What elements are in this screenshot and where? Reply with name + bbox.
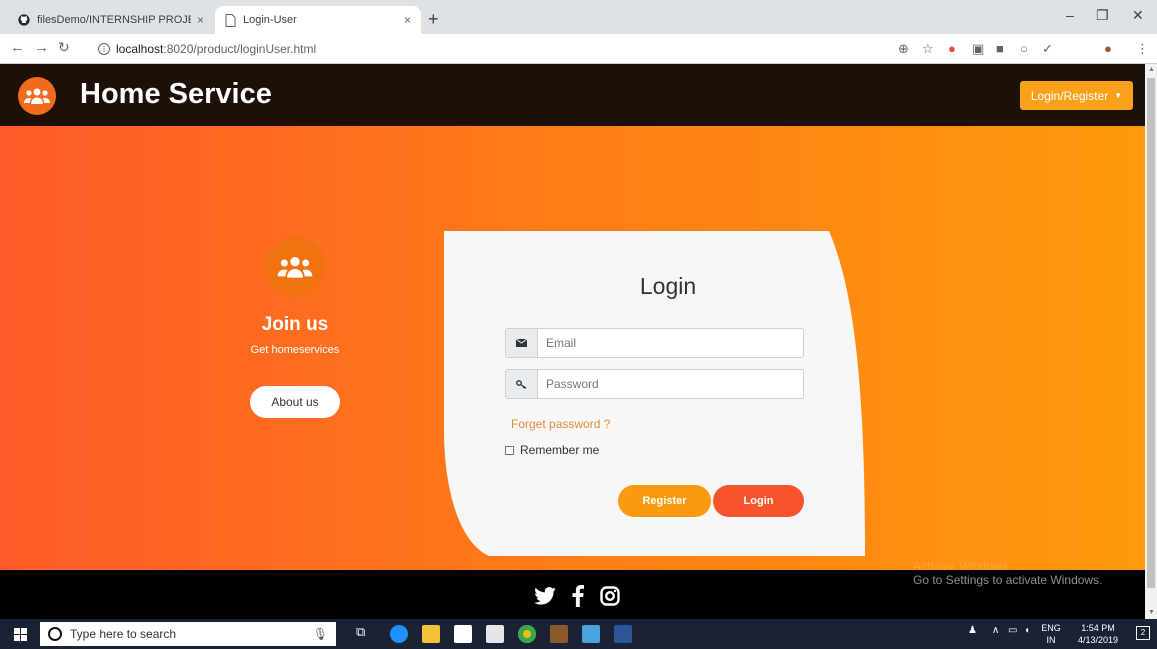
profile-avatar-icon[interactable]: ● <box>1104 41 1112 56</box>
login-title: Login <box>639 273 697 299</box>
extension-icon[interactable]: ■ <box>996 41 1004 56</box>
new-tab-button[interactable]: + <box>428 9 439 30</box>
browser-tab-strip: filesDemo/INTERNSHIP PROJECT × Login-Use… <box>0 0 1157 34</box>
users-icon <box>24 88 50 104</box>
volume-icon[interactable]: ◖ <box>1024 625 1030 636</box>
facebook-icon[interactable] <box>572 585 584 607</box>
notification-center-icon[interactable]: 2 <box>1136 626 1150 640</box>
hero-section: Join us Get homeservices About us Login <box>0 126 1145 570</box>
microphone-icon[interactable]: 🎙 <box>313 627 328 641</box>
bookmark-star-icon[interactable]: ☆ <box>922 41 934 57</box>
people-icon[interactable]: ♟ <box>968 625 977 636</box>
maximize-button[interactable]: ❐ <box>1096 7 1109 24</box>
mail-icon[interactable] <box>486 625 504 643</box>
caret-down-icon: ▼ <box>1114 91 1123 100</box>
tab-close-icon[interactable]: × <box>197 13 204 27</box>
scroll-down-icon[interactable]: ▼ <box>1148 609 1155 616</box>
address-bar-row: ← → ↻ i localhost:8020/product/loginUser… <box>0 34 1157 64</box>
reload-icon[interactable]: ↻ <box>58 39 70 56</box>
minimize-button[interactable]: – <box>1066 7 1074 23</box>
extension-check-icon[interactable]: ✓ <box>1042 41 1053 57</box>
join-panel: Join us Get homeservices About us <box>180 236 410 418</box>
system-clock[interactable]: 1:54 PM 4/13/2019 <box>1070 622 1126 646</box>
search-placeholder: Type here to search <box>70 627 177 641</box>
task-view-icon[interactable]: ⧉ <box>356 624 365 640</box>
social-links <box>534 585 620 607</box>
remember-me[interactable]: Remember me <box>505 443 599 457</box>
taskbar-search[interactable]: Type here to search 🎙 <box>40 622 336 646</box>
email-field-group <box>505 328 804 358</box>
activate-windows-title: Activate Windows <box>913 559 1008 573</box>
register-button[interactable]: Register <box>618 485 711 517</box>
info-icon[interactable]: i <box>98 43 110 55</box>
site-navbar: Home Service Login/Register ▼ <box>0 64 1145 126</box>
login-card: Login Forget password ? Remember me Regi… <box>444 231 865 556</box>
clock-time: 1:54 PM <box>1081 623 1115 633</box>
forward-arrow-icon[interactable]: → <box>34 39 49 56</box>
edge-icon[interactable] <box>390 625 408 643</box>
envelope-icon <box>506 329 538 357</box>
url-path: :8020/product/loginUser.html <box>163 42 317 56</box>
page-scrollbar[interactable]: ▲ ▼ <box>1145 64 1157 619</box>
chrome-icon[interactable] <box>518 625 536 643</box>
extension-icon[interactable]: ▣ <box>972 41 984 57</box>
extension-icon[interactable]: ○ <box>1020 41 1028 56</box>
tab-title: Login-User <box>243 14 297 26</box>
extension-icon[interactable]: ● <box>948 41 956 56</box>
tab-login-user[interactable]: Login-User × <box>215 6 421 34</box>
site-footer: Activate Windows Go to Settings to activ… <box>0 559 1145 619</box>
activate-windows-message: Go to Settings to activate Windows. <box>913 573 1103 587</box>
about-us-button[interactable]: About us <box>250 386 340 418</box>
password-field-group <box>505 369 804 399</box>
brand-title[interactable]: Home Service <box>80 78 272 111</box>
join-users-badge <box>264 236 326 298</box>
zoom-icon[interactable]: ⊕ <box>898 41 909 57</box>
brand-logo[interactable] <box>18 77 56 115</box>
url-input[interactable]: i localhost:8020/product/loginUser.html <box>98 38 878 60</box>
web-page: Home Service Login/Register ▼ Join us Ge… <box>0 64 1145 619</box>
key-icon <box>506 370 538 398</box>
photos-icon[interactable] <box>582 625 600 643</box>
tab-title: filesDemo/INTERNSHIP PROJECT <box>37 14 191 26</box>
store-icon[interactable] <box>454 625 472 643</box>
lang-code: ENG <box>1041 623 1061 633</box>
forget-password-link[interactable]: Forget password ? <box>511 417 610 431</box>
dropdown-label: Login/Register <box>1030 88 1109 103</box>
scrollbar-thumb[interactable] <box>1147 78 1155 588</box>
scroll-up-icon[interactable]: ▲ <box>1148 66 1155 73</box>
battery-icon[interactable]: ▭ <box>1008 625 1017 636</box>
email-input[interactable] <box>538 329 803 357</box>
language-indicator[interactable]: ENG IN <box>1040 622 1062 646</box>
file-explorer-icon[interactable] <box>422 625 440 643</box>
tab-close-icon[interactable]: × <box>404 13 411 27</box>
join-subtitle: Get homeservices <box>250 344 340 356</box>
twitter-icon[interactable] <box>534 587 556 605</box>
instagram-icon[interactable] <box>600 586 620 606</box>
cortana-icon <box>48 627 62 641</box>
windows-taskbar: Type here to search 🎙 ⧉ ♟ ∧ ▭ ◖ ENG IN 1… <box>0 619 1157 649</box>
menu-dots-icon[interactable]: ⋮ <box>1136 41 1149 57</box>
word-icon[interactable] <box>614 625 632 643</box>
close-window-button[interactable]: ✕ <box>1132 7 1144 24</box>
password-input[interactable] <box>538 370 803 398</box>
github-icon <box>18 14 30 26</box>
page-icon <box>225 13 236 27</box>
login-button[interactable]: Login <box>713 485 804 517</box>
remember-me-checkbox[interactable] <box>505 445 514 455</box>
join-title: Join us <box>261 314 329 335</box>
remember-me-label: Remember me <box>520 443 600 457</box>
region-code: IN <box>1046 635 1056 645</box>
back-arrow-icon[interactable]: ← <box>10 39 25 56</box>
clock-date: 4/13/2019 <box>1077 635 1119 645</box>
tab-github[interactable]: filesDemo/INTERNSHIP PROJECT × <box>8 6 214 34</box>
url-host: localhost <box>116 42 164 56</box>
windows-start-icon[interactable] <box>14 628 27 641</box>
tray-chevron-icon[interactable]: ∧ <box>992 625 999 636</box>
login-register-dropdown[interactable]: Login/Register ▼ <box>1020 81 1133 110</box>
users-icon <box>277 257 313 278</box>
app-icon[interactable] <box>550 625 568 643</box>
notification-count: 2 <box>1140 628 1146 637</box>
